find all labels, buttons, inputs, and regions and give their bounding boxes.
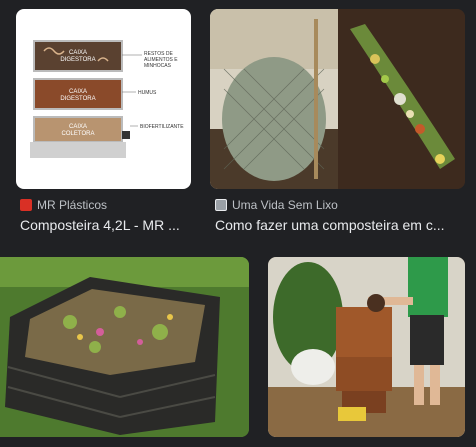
label-humus: HUMUS bbox=[138, 90, 157, 96]
box1-line1: CAIXA bbox=[69, 50, 87, 56]
restos-line3: MINHOCAS bbox=[144, 63, 172, 69]
result-title-1[interactable]: Composteira 4,2L - MR ... bbox=[20, 216, 192, 234]
uma-vida-sem-lixo-favicon-icon bbox=[215, 199, 227, 211]
box3-line1: CAIXA bbox=[69, 124, 87, 130]
result-image-uma-vida-sem-lixo[interactable] bbox=[210, 9, 465, 189]
mr-plasticos-favicon-icon bbox=[20, 199, 32, 211]
source-name: MR Plásticos bbox=[37, 198, 108, 212]
label-bio: BIOFERTILIZANTE bbox=[140, 124, 184, 130]
source-name: Uma Vida Sem Lixo bbox=[232, 198, 338, 212]
result-title-2[interactable]: Como fazer uma composteira em c... bbox=[215, 216, 465, 234]
result-source-2[interactable]: Uma Vida Sem Lixo bbox=[215, 197, 338, 213]
result-image-composteira[interactable]: CAIXA DIGESTORA CAIXA DIGESTORA CAIXA COLET… bbox=[16, 9, 191, 189]
box2-line2: DIGESTORA bbox=[60, 96, 95, 102]
box3-line2: COLETORA bbox=[62, 131, 95, 137]
box1-line2: DIGESTORA bbox=[60, 57, 95, 63]
result-image-stacked-compost-bins[interactable] bbox=[268, 257, 465, 437]
box2-line1: CAIXA bbox=[69, 89, 87, 95]
label-restos: RESTOS DE ALIMENTOS E MINHOCAS bbox=[144, 51, 178, 69]
result-source-1[interactable]: MR Plásticos bbox=[20, 197, 107, 213]
result-image-wooden-compost-bin[interactable] bbox=[0, 257, 249, 437]
